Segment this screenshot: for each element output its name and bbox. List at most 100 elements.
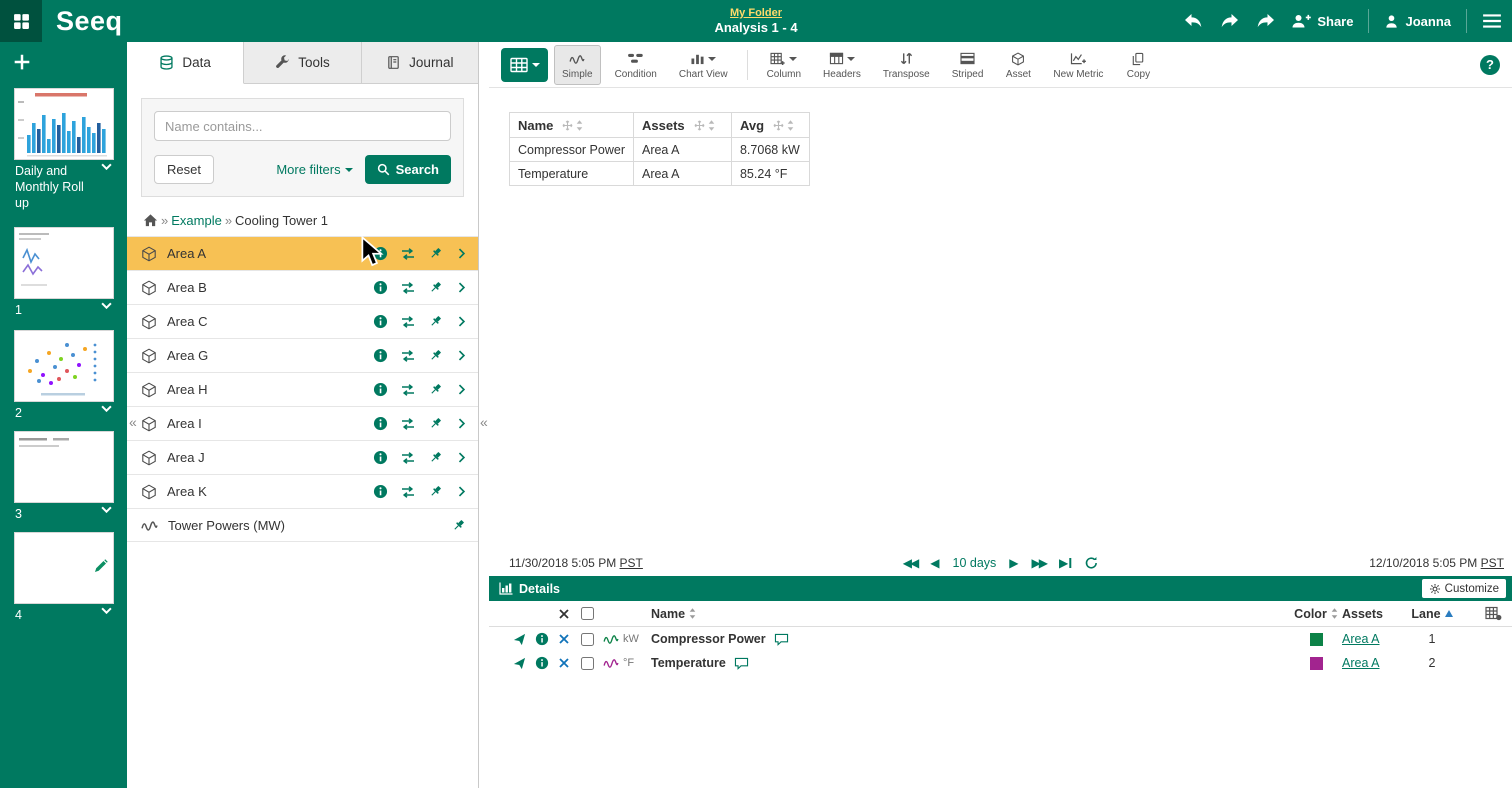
pin-icon[interactable] <box>428 416 443 431</box>
remove-all-icon[interactable] <box>553 609 575 619</box>
worksheet-name[interactable]: 4 <box>15 607 22 623</box>
worksheet-name[interactable]: 3 <box>15 506 22 522</box>
table-options-icon[interactable] <box>1460 606 1512 621</box>
swap-icon[interactable] <box>400 348 416 364</box>
reset-button[interactable]: Reset <box>154 155 214 184</box>
details-row-compressor-power[interactable]: kW Compressor Power Area A 1 <box>489 627 1512 651</box>
asset-row-area-h[interactable]: Area H <box>127 372 478 406</box>
sort-icon[interactable] <box>787 120 794 131</box>
worksheet-thumbnail-3[interactable] <box>14 330 114 402</box>
home-icon[interactable] <box>143 213 158 228</box>
info-icon[interactable] <box>531 632 553 646</box>
asset-row-area-i[interactable]: Area I <box>127 406 478 440</box>
headers-button[interactable]: Headers <box>815 45 869 85</box>
chevron-right-icon[interactable] <box>455 349 468 362</box>
info-icon[interactable] <box>373 450 388 465</box>
trend-send-icon[interactable] <box>507 657 531 670</box>
search-button[interactable]: Search <box>365 155 451 184</box>
undo-button[interactable] <box>1183 12 1204 30</box>
drag-handle-icon[interactable] <box>773 120 784 131</box>
swap-icon[interactable] <box>400 246 416 262</box>
pin-icon[interactable] <box>428 348 443 363</box>
worksheet-name[interactable]: 2 <box>15 405 22 421</box>
chevron-right-icon[interactable] <box>455 315 468 328</box>
asset-row-area-j[interactable]: Area J <box>127 440 478 474</box>
tab-journal[interactable]: Journal <box>362 42 478 84</box>
pin-icon[interactable] <box>451 518 466 533</box>
comment-icon[interactable] <box>734 657 749 670</box>
chevron-right-icon[interactable] <box>455 281 468 294</box>
sort-icon[interactable] <box>576 120 583 131</box>
column-header-assets[interactable]: Assets <box>633 113 731 138</box>
copy-button[interactable]: Copy <box>1117 45 1159 85</box>
range-duration[interactable]: 10 days <box>952 556 996 570</box>
drag-handle-icon[interactable] <box>694 120 705 131</box>
info-icon[interactable] <box>531 656 553 670</box>
range-start-datetime[interactable]: 11/30/2018 5:05 PM <box>509 556 616 570</box>
details-column-name[interactable]: Name <box>651 607 1290 621</box>
swap-icon[interactable] <box>400 382 416 398</box>
customize-button[interactable]: Customize <box>1422 579 1506 598</box>
breadcrumb-link-example[interactable]: Example <box>171 213 222 228</box>
asset-row-area-g[interactable]: Area G <box>127 338 478 372</box>
new-metric-button[interactable]: New Metric <box>1045 45 1111 85</box>
chevron-down-icon[interactable] <box>101 405 112 412</box>
chevron-down-icon[interactable] <box>101 302 112 309</box>
trend-send-icon[interactable] <box>507 633 531 646</box>
new-worksheet-button[interactable] <box>8 48 36 76</box>
item-name[interactable]: Temperature <box>651 656 726 670</box>
details-column-assets[interactable]: Assets <box>1342 607 1404 621</box>
asset-button[interactable]: Asset <box>997 45 1039 85</box>
info-icon[interactable] <box>373 382 388 397</box>
info-icon[interactable] <box>373 314 388 329</box>
more-filters-link[interactable]: More filters <box>276 162 352 177</box>
apps-grid-button[interactable] <box>0 0 42 42</box>
signal-row-tower-powers[interactable]: Tower Powers (MW) <box>127 508 478 542</box>
asset-row-area-b[interactable]: Area B <box>127 270 478 304</box>
tab-data[interactable]: Data <box>127 42 244 84</box>
forward-share-button[interactable] <box>1255 12 1276 30</box>
step-forward-button[interactable]: ▶ <box>1009 557 1018 569</box>
asset-link[interactable]: Area A <box>1342 656 1380 670</box>
swap-icon[interactable] <box>400 484 416 500</box>
swap-icon[interactable] <box>400 280 416 296</box>
row-checkbox[interactable] <box>581 633 594 646</box>
details-row-temperature[interactable]: °F Temperature Area A 2 <box>489 651 1512 675</box>
chevron-right-icon[interactable] <box>455 383 468 396</box>
table-mode-simple-button[interactable]: Simple <box>554 45 601 85</box>
worksheet-thumbnail-1[interactable] <box>14 88 114 160</box>
range-end-timezone[interactable]: PST <box>1481 556 1504 570</box>
worksheet-thumbnail-2[interactable] <box>14 227 114 299</box>
search-input[interactable] <box>154 111 451 141</box>
hamburger-menu-button[interactable] <box>1482 13 1502 29</box>
column-header-avg[interactable]: Avg <box>731 113 809 138</box>
help-button[interactable]: ? <box>1480 55 1500 75</box>
drag-handle-icon[interactable] <box>562 120 573 131</box>
asset-row-area-c[interactable]: Area C <box>127 304 478 338</box>
range-end-datetime[interactable]: 12/10/2018 5:05 PM <box>1369 556 1477 570</box>
worksheet-thumbnail-4[interactable] <box>14 431 114 503</box>
transpose-button[interactable]: Transpose <box>875 45 938 85</box>
chevron-down-icon[interactable] <box>101 506 112 513</box>
asset-link[interactable]: Area A <box>1342 632 1380 646</box>
range-start-timezone[interactable]: PST <box>620 556 643 570</box>
info-icon[interactable] <box>373 348 388 363</box>
collapse-data-panel-handle[interactable]: « <box>480 415 488 429</box>
chevron-down-icon[interactable] <box>101 163 112 170</box>
swap-icon[interactable] <box>400 314 416 330</box>
color-swatch[interactable] <box>1310 657 1323 670</box>
pin-icon[interactable] <box>428 314 443 329</box>
user-menu-button[interactable]: Joanna <box>1384 14 1451 29</box>
skip-to-end-button[interactable]: ▶ <box>1059 557 1071 569</box>
chevron-right-icon[interactable] <box>455 485 468 498</box>
striped-button[interactable]: Striped <box>944 45 992 85</box>
column-button[interactable]: Column <box>759 45 809 85</box>
remove-icon[interactable] <box>553 634 575 644</box>
item-name[interactable]: Compressor Power <box>651 632 766 646</box>
chevron-right-icon[interactable] <box>455 247 468 260</box>
details-column-lane[interactable]: Lane <box>1404 607 1460 621</box>
tab-tools[interactable]: Tools <box>244 42 361 84</box>
asset-row-area-a[interactable]: Area A <box>127 236 478 270</box>
info-icon[interactable] <box>373 280 388 295</box>
jump-back-button[interactable]: ◀◀ <box>903 557 917 569</box>
